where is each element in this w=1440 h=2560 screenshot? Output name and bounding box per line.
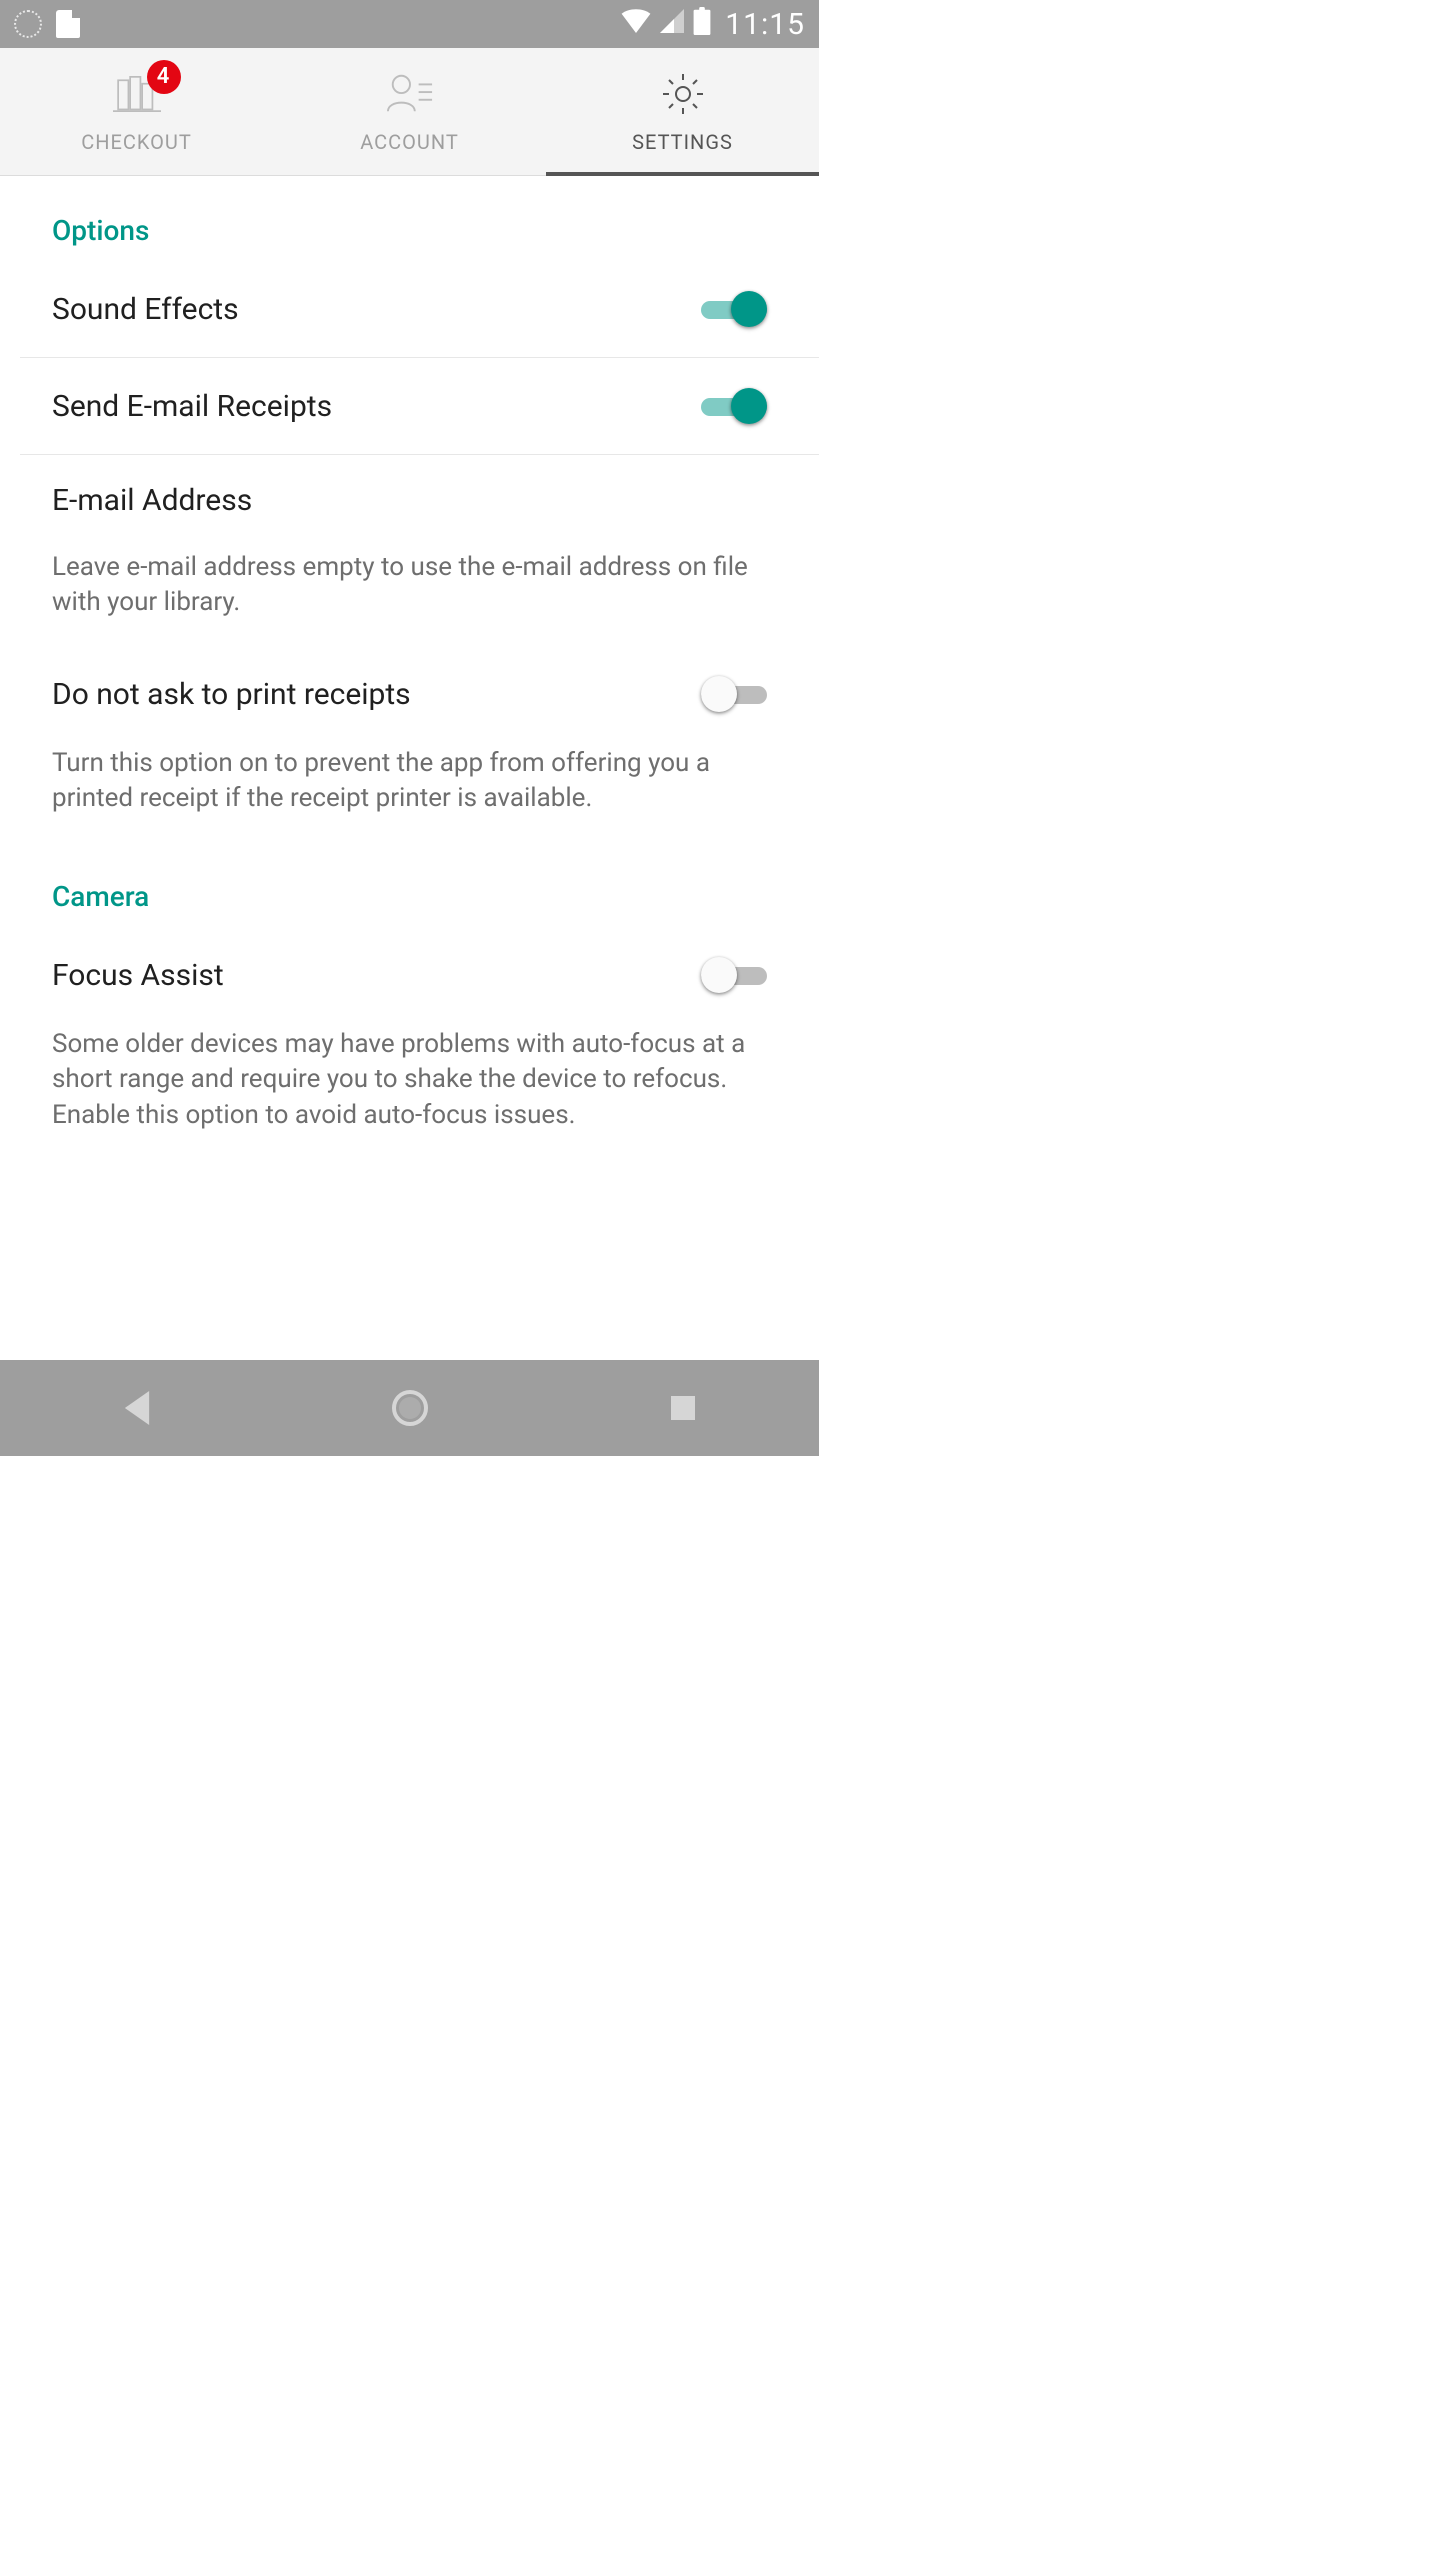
books-icon: 4 [113,70,161,118]
switch-sound-effects[interactable] [701,289,767,329]
sd-card-icon [56,10,80,38]
checkout-badge: 4 [147,60,181,94]
switch-no-print[interactable] [701,674,767,714]
nav-home-button[interactable] [388,1386,432,1430]
section-title-options: Options [0,176,819,261]
nav-recent-button[interactable] [661,1386,705,1430]
label-no-print: Do not ask to print receipts [52,677,411,712]
android-status-bar: 11:15 [0,0,819,48]
top-tabs: 4 CHECKOUT ACCOUNT [0,48,819,176]
section-title-camera: Camera [0,842,819,927]
android-nav-bar [0,1360,819,1456]
gear-icon [659,70,707,118]
helper-no-print: Turn this option on to prevent the app f… [0,742,819,842]
helper-focus-assist: Some older devices may have problems wit… [0,1023,819,1158]
tab-account[interactable]: ACCOUNT [273,48,546,175]
row-sound-effects[interactable]: Sound Effects [20,261,819,358]
helper-email-address: Leave e-mail address empty to use the e-… [0,546,819,646]
status-left-group [14,10,80,38]
status-right-group: 11:15 [621,7,805,42]
tab-settings-label: SETTINGS [632,130,733,154]
settings-content: Options Sound Effects Send E-mail Receip… [0,176,819,1360]
row-no-print[interactable]: Do not ask to print receipts [0,646,819,742]
tab-settings[interactable]: SETTINGS [546,48,819,175]
wifi-icon [621,9,651,40]
row-email-address[interactable]: E-mail Address [0,455,819,546]
label-email-address: E-mail Address [52,483,252,518]
tab-checkout-label: CHECKOUT [81,130,192,154]
switch-focus-assist[interactable] [701,955,767,995]
label-focus-assist: Focus Assist [52,958,224,993]
cell-signal-icon [659,9,685,40]
account-icon [386,70,434,118]
battery-icon [693,7,711,42]
status-clock: 11:15 [725,7,805,42]
tab-checkout[interactable]: 4 CHECKOUT [0,48,273,175]
row-focus-assist[interactable]: Focus Assist [0,927,819,1023]
row-send-email-receipts[interactable]: Send E-mail Receipts [20,358,819,455]
label-sound-effects: Sound Effects [52,292,239,327]
nav-back-button[interactable] [115,1386,159,1430]
sync-icon [14,10,42,38]
switch-send-email-receipts[interactable] [701,386,767,426]
label-send-email-receipts: Send E-mail Receipts [52,389,332,424]
tab-account-label: ACCOUNT [360,130,459,154]
